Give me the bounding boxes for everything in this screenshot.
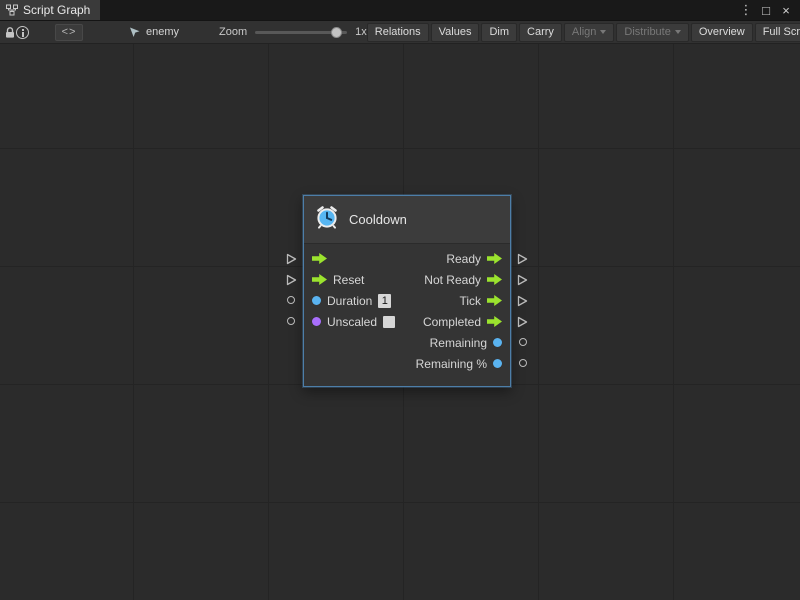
lock-button[interactable] [4, 23, 16, 42]
port-remaining-percent[interactable]: Remaining % [416, 357, 502, 371]
script-graph-asset-icon [129, 26, 141, 38]
full-screen-button[interactable]: Full Screen [755, 23, 800, 42]
code-toggle-button[interactable]: <> [55, 24, 83, 41]
alarm-clock-icon [314, 204, 340, 235]
value-port-icon [312, 296, 321, 305]
external-flow-input-port[interactable] [286, 274, 297, 286]
node-header[interactable]: Cooldown [304, 196, 510, 244]
port-row: Remaining % [304, 353, 510, 374]
graph-icon [6, 4, 18, 16]
port-label: Duration [327, 294, 372, 308]
values-button[interactable]: Values [431, 23, 480, 42]
graph-breadcrumb[interactable]: enemy [129, 26, 179, 38]
port-invoke-input[interactable] [312, 253, 327, 264]
graph-canvas[interactable]: Cooldown Ready Reset [0, 44, 800, 600]
port-label: Remaining [430, 336, 487, 350]
titlebar: Script Graph ⋮ □ × [0, 0, 800, 21]
distribute-label: Distribute [624, 26, 670, 38]
info-button[interactable] [16, 23, 29, 42]
port-label: Unscaled [327, 315, 377, 329]
node-cooldown[interactable]: Cooldown Ready Reset [303, 195, 511, 387]
flow-arrow-icon [487, 274, 502, 285]
distribute-dropdown[interactable]: Distribute [616, 23, 688, 42]
align-dropdown[interactable]: Align [564, 23, 614, 42]
toolbar-buttons: Relations Values Dim Carry Align Distrib… [367, 23, 800, 42]
tab-script-graph[interactable]: Script Graph [0, 0, 100, 20]
external-flow-output-port[interactable] [517, 316, 528, 328]
duration-field[interactable]: 1 [378, 294, 391, 308]
port-label: Reset [333, 273, 364, 287]
port-label: Not Ready [424, 273, 481, 287]
chevron-down-icon [600, 30, 606, 34]
dim-button[interactable]: Dim [481, 23, 517, 42]
port-tick[interactable]: Tick [459, 294, 502, 308]
flow-arrow-icon [312, 274, 327, 285]
value-port-icon [493, 338, 502, 347]
port-reset[interactable]: Reset [312, 273, 364, 287]
port-label: Tick [459, 294, 481, 308]
flow-arrow-icon [312, 253, 327, 264]
flow-arrow-icon [487, 253, 502, 264]
port-completed[interactable]: Completed [423, 315, 502, 329]
external-flow-output-port[interactable] [517, 274, 528, 286]
port-label: Ready [446, 252, 481, 266]
port-remaining[interactable]: Remaining [430, 336, 502, 350]
graph-name: enemy [146, 26, 179, 38]
node-body: Ready Reset Not Ready [304, 244, 510, 386]
tab-title: Script Graph [23, 3, 90, 17]
unscaled-checkbox[interactable] [383, 316, 395, 328]
maximize-button[interactable]: □ [758, 3, 774, 18]
flow-arrow-icon [487, 316, 502, 327]
node-title: Cooldown [349, 212, 407, 227]
close-button[interactable]: × [778, 3, 794, 18]
zoom-control: Zoom 1x [219, 26, 367, 38]
zoom-label: Zoom [219, 26, 247, 38]
flow-arrow-icon [487, 295, 502, 306]
external-value-output-port[interactable] [519, 338, 527, 346]
script-graph-window: Script Graph ⋮ □ × <> enemy Zoom 1x Rela… [0, 0, 800, 600]
relations-button[interactable]: Relations [367, 23, 429, 42]
port-unscaled[interactable]: Unscaled [312, 315, 395, 329]
zoom-slider-handle[interactable] [331, 27, 342, 38]
port-row: Duration 1 Tick [304, 290, 510, 311]
port-duration[interactable]: Duration 1 [312, 294, 391, 308]
port-not-ready[interactable]: Not Ready [424, 273, 502, 287]
window-controls: ⋮ □ × [738, 0, 800, 20]
external-flow-input-port[interactable] [286, 253, 297, 265]
external-value-output-port[interactable] [519, 359, 527, 367]
value-port-icon [493, 359, 502, 368]
zoom-value: 1x [355, 26, 367, 38]
external-value-input-port[interactable] [287, 317, 295, 325]
zoom-slider[interactable] [255, 31, 347, 34]
graph-toolbar: <> enemy Zoom 1x Relations Values Dim Ca… [0, 21, 800, 44]
external-value-input-port[interactable] [287, 296, 295, 304]
carry-button[interactable]: Carry [519, 23, 562, 42]
port-row: Ready [304, 248, 510, 269]
port-label: Remaining % [416, 357, 487, 371]
chevron-down-icon [675, 30, 681, 34]
info-icon [16, 26, 29, 39]
port-ready[interactable]: Ready [446, 252, 502, 266]
value-port-icon [312, 317, 321, 326]
align-label: Align [572, 26, 596, 38]
overview-button[interactable]: Overview [691, 23, 753, 42]
external-flow-output-port[interactable] [517, 295, 528, 307]
port-row: Unscaled Completed [304, 311, 510, 332]
port-row: Reset Not Ready [304, 269, 510, 290]
external-flow-output-port[interactable] [517, 253, 528, 265]
port-label: Completed [423, 315, 481, 329]
window-menu-button[interactable]: ⋮ [738, 2, 754, 18]
port-row: Remaining [304, 332, 510, 353]
